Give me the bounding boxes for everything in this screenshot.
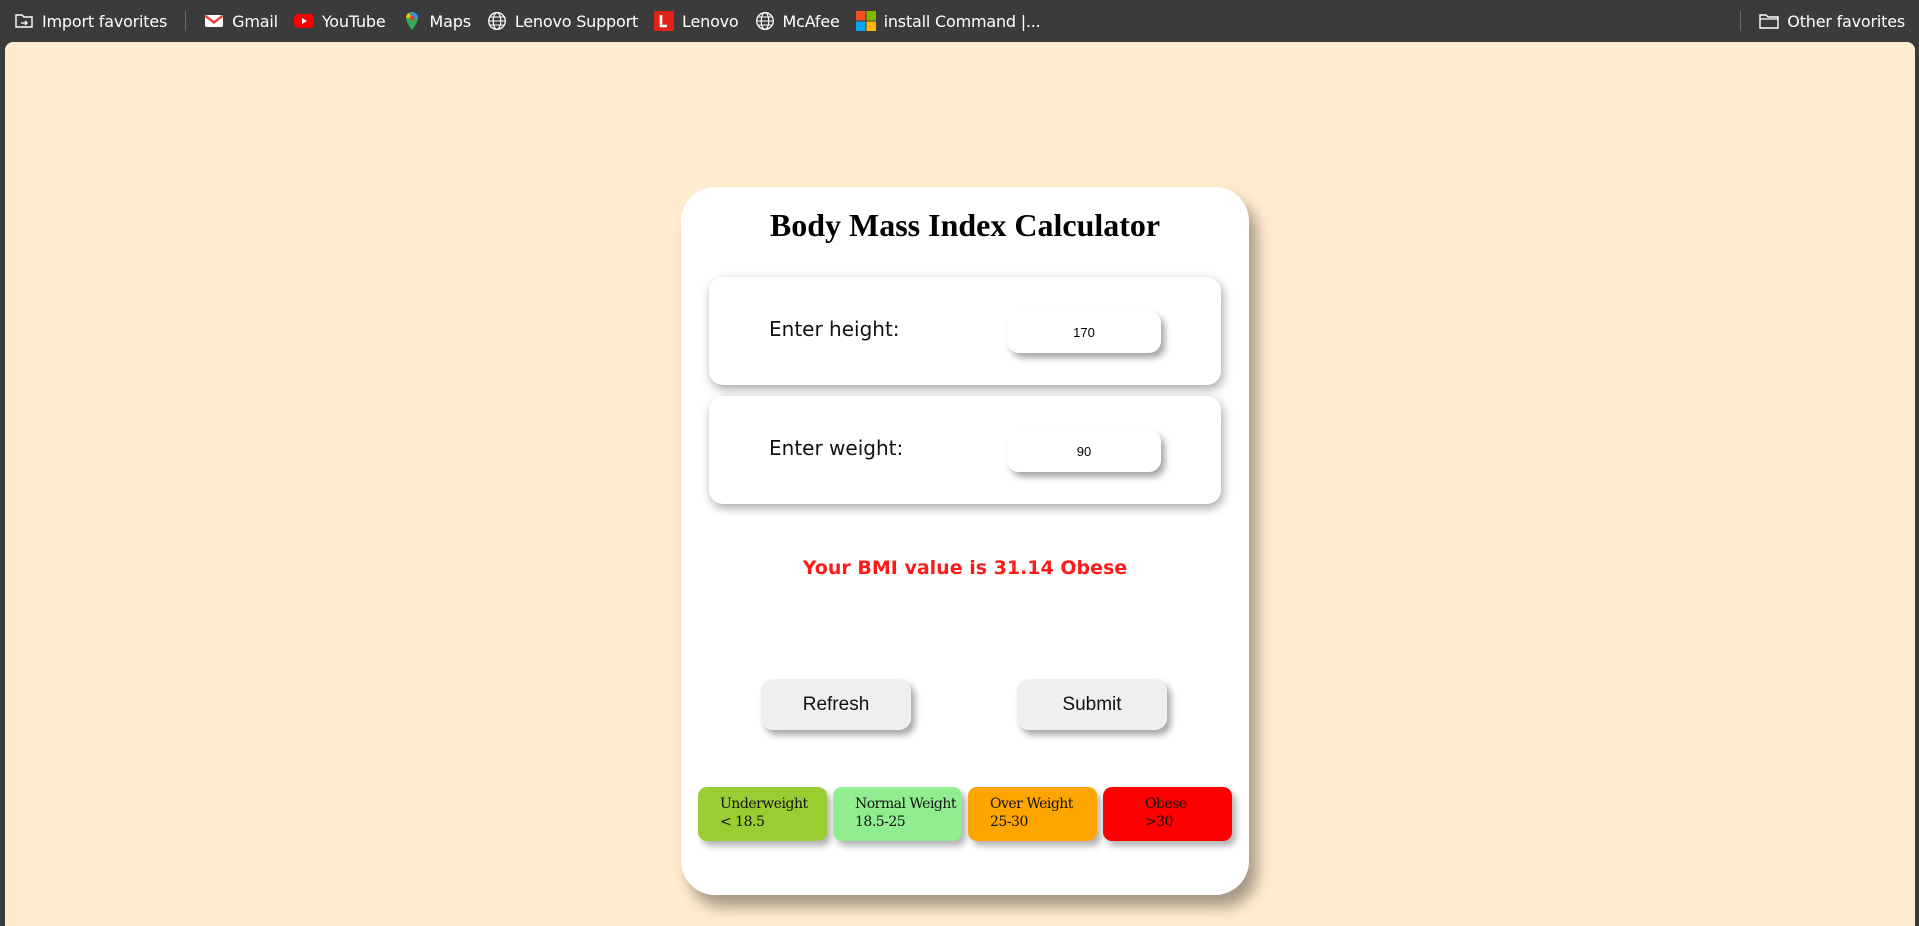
bookmark-gmail[interactable]: Gmail (196, 5, 286, 37)
legend-range: < 18.5 (720, 814, 765, 830)
bookmark-mcafee[interactable]: McAfee (747, 5, 848, 37)
weight-label: Enter weight: (769, 436, 904, 460)
bookmark-label: Import favorites (42, 11, 168, 31)
lenovo-icon (654, 11, 675, 31)
bookmark-youtube[interactable]: YouTube (286, 5, 394, 37)
bookmark-label: Lenovo Support (514, 11, 639, 31)
globe-icon (487, 11, 507, 31)
bookmarks-bar: Import favorites Gmail YouTube Maps Leno… (0, 0, 1919, 42)
legend-underweight: Underweight < 18.5 (698, 787, 827, 841)
submit-button[interactable]: Submit (1017, 679, 1167, 730)
bmi-result: Your BMI value is 31.14 Obese (802, 557, 1128, 579)
bmi-legend: Underweight < 18.5 Normal Weight 18.5-25… (698, 787, 1232, 841)
height-input[interactable] (1007, 311, 1161, 353)
bookmark-label: YouTube (321, 11, 386, 31)
youtube-icon (293, 11, 314, 31)
globe-icon (755, 11, 775, 31)
bookmark-label: Gmail (232, 11, 278, 31)
bookmark-label: install Command |... (883, 11, 1041, 31)
bookmark-label: Other favorites (1787, 11, 1905, 31)
page-viewport: Body Mass Index Calculator Enter height:… (5, 42, 1915, 926)
bookmark-label: Lenovo (682, 11, 739, 31)
height-label: Enter height: (769, 317, 900, 341)
bmi-calculator-card: Body Mass Index Calculator Enter height:… (681, 187, 1249, 895)
legend-range: >30 (1145, 814, 1174, 830)
bookmark-label: McAfee (782, 11, 840, 31)
legend-over-weight: Over Weight 25-30 (968, 787, 1097, 841)
bookmark-lenovo[interactable]: Lenovo (646, 5, 746, 37)
maps-pin-icon (402, 11, 422, 31)
weight-row: Enter weight: (709, 396, 1221, 504)
bookmarks-separator (185, 11, 187, 31)
bookmark-other-favorites[interactable]: Other favorites (1751, 5, 1913, 37)
microsoft-icon (855, 11, 876, 31)
height-row: Enter height: (709, 277, 1221, 385)
weight-input[interactable] (1007, 430, 1161, 472)
bookmark-label: Maps (429, 11, 472, 31)
gmail-icon (204, 11, 224, 31)
bookmarks-separator (1740, 11, 1742, 31)
legend-category: Underweight (720, 796, 808, 812)
import-favorites-icon (14, 11, 34, 31)
legend-category: Over Weight (990, 796, 1073, 812)
legend-range: 18.5-25 (855, 814, 906, 830)
page-title: Body Mass Index Calculator (769, 207, 1161, 243)
bookmark-lenovo-support[interactable]: Lenovo Support (479, 5, 646, 37)
bookmark-maps[interactable]: Maps (394, 5, 479, 37)
refresh-button[interactable]: Refresh (761, 679, 911, 730)
legend-obese: Obese >30 (1103, 787, 1232, 841)
bookmark-install-command[interactable]: install Command |... (848, 5, 1049, 37)
legend-category: Obese (1145, 796, 1187, 812)
legend-category: Normal Weight (855, 796, 957, 812)
legend-range: 25-30 (990, 814, 1028, 830)
folder-icon (1759, 11, 1779, 31)
legend-normal-weight: Normal Weight 18.5-25 (833, 787, 962, 841)
bookmark-import-favorites[interactable]: Import favorites (6, 5, 175, 37)
